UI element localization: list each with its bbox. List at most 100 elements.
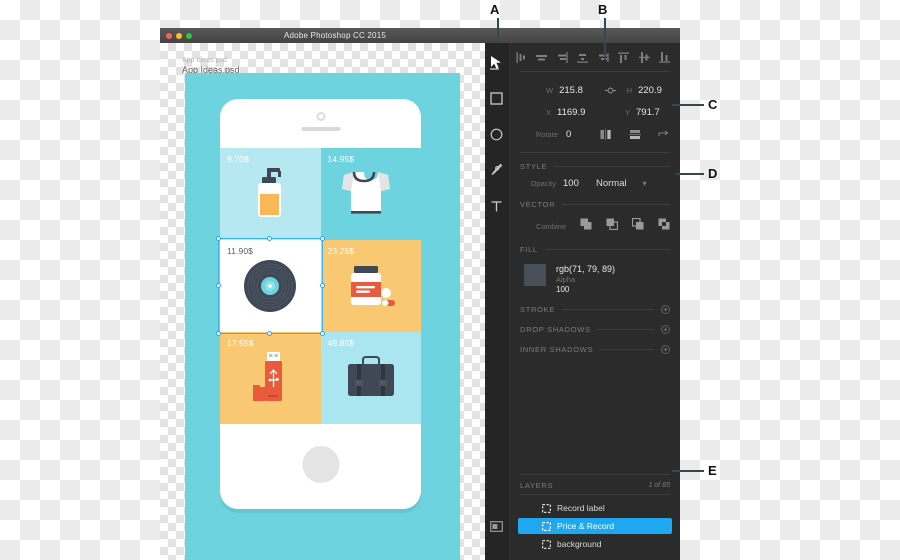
align-center-horizontal-icon[interactable] [536, 52, 548, 63]
opacity-value[interactable]: 100 [563, 178, 589, 189]
ellipse-tool[interactable] [485, 123, 507, 145]
move-tool[interactable] [485, 51, 507, 73]
layers-rule [560, 485, 641, 486]
list-item[interactable]: Price & Record [518, 518, 672, 534]
list-item[interactable]: Record label [518, 500, 672, 516]
pen-tool[interactable] [485, 159, 507, 181]
add-drop-shadow-button[interactable]: + [661, 325, 670, 334]
callout-d-line [676, 173, 704, 175]
drop-shadows-rule [597, 329, 654, 330]
window-title: Adobe Photoshop CC 2015 [283, 31, 386, 40]
list-item[interactable]: background [518, 536, 672, 552]
opacity-label: Opacity [530, 179, 556, 188]
product-cell-soap-dispenser[interactable]: 9.70$ [220, 148, 321, 240]
camera-icon [316, 112, 325, 121]
combine-row: Combine [508, 211, 680, 237]
distribute-horizontal-icon[interactable] [577, 52, 589, 63]
artboard-tool[interactable] [485, 515, 507, 537]
y-value[interactable]: 791.7 [636, 107, 660, 118]
document-tab-ghost: App Ideas.psd [182, 57, 227, 64]
properties-panel: W 215.8 H 220.9 X 1169.9 Y 791.7 Rotate … [485, 43, 680, 560]
layer-shape-icon [542, 521, 551, 531]
layer-shape-icon [542, 503, 551, 513]
product-cell-vinyl-record[interactable]: 11.90$ [216, 236, 325, 336]
combine-subtract-icon[interactable] [606, 217, 619, 235]
stroke-section-header: STROKE + [508, 296, 680, 316]
product-cell-t-shirt[interactable]: 14.95$ [320, 148, 421, 240]
add-inner-shadow-button[interactable]: + [661, 345, 670, 354]
drop-shadows-title: DROP SHADOWS [520, 325, 591, 334]
layers-title: LAYERS [520, 481, 554, 490]
fill-section-header: FILL [508, 237, 680, 256]
x-value[interactable]: 1169.9 [557, 107, 597, 118]
opacity-row: Opacity 100 Normal ▾ [508, 173, 680, 189]
layers-section: LAYERS 1 of 85 Record label Price & Reco… [508, 467, 680, 560]
layer-label: Price & Record [557, 521, 615, 531]
layers-list-divider [520, 494, 670, 495]
layers-count: 1 of 85 [648, 482, 670, 489]
document-canvas[interactable]: App Ideas.psd App Ideas.psd 9.70$ 14.95$… [160, 43, 485, 560]
fill-color-swatch[interactable] [524, 264, 546, 286]
drop-shadows-section-header: DROP SHADOWS + [508, 316, 680, 336]
layer-shape-icon [542, 539, 551, 549]
link-proportions-icon[interactable] [605, 86, 617, 95]
home-button[interactable] [302, 446, 339, 483]
product-price: 9.70$ [227, 154, 249, 164]
layers-header: LAYERS 1 of 85 [508, 481, 680, 494]
photoshop-window: Adobe Photoshop CC 2015 App Ideas.psd Ap… [160, 28, 680, 560]
window-titlebar: Adobe Photoshop CC 2015 [160, 28, 680, 43]
callout-e-line [672, 470, 704, 472]
fill-alpha-label: Alpha [556, 275, 576, 284]
layer-label: Record label [557, 503, 605, 513]
combine-intersect-icon[interactable] [631, 217, 644, 235]
align-bottom-icon[interactable] [658, 51, 670, 63]
align-toolbar [508, 43, 680, 71]
inner-shadows-rule [600, 349, 654, 350]
text-tool[interactable] [485, 195, 507, 217]
align-right-icon[interactable] [557, 51, 568, 63]
style-section-header: STYLE [508, 156, 680, 173]
fill-alpha-value[interactable]: 100 [556, 285, 615, 294]
rotate-value[interactable]: 0 [566, 129, 592, 140]
phone-bottom-bezel [220, 424, 421, 509]
fill-color-value[interactable]: rgb(71, 79, 89) [556, 264, 615, 274]
style-title: STYLE [520, 162, 548, 171]
blend-mode-value: Normal [596, 178, 627, 189]
speaker-grille [301, 127, 340, 131]
width-value[interactable]: 215.8 [559, 85, 599, 96]
reset-transform-icon[interactable] [658, 129, 670, 140]
inner-shadows-title: INNER SHADOWS [520, 345, 594, 354]
inner-shadows-section-header: INNER SHADOWS + [508, 336, 680, 356]
product-price: 23.25$ [327, 246, 355, 256]
flip-horizontal-icon[interactable] [600, 128, 612, 140]
add-stroke-button[interactable]: + [661, 305, 670, 314]
product-cell-pill-bottle[interactable]: 23.25$ [320, 240, 421, 332]
callout-c-label: C [708, 97, 718, 112]
flip-vertical-icon[interactable] [629, 129, 641, 140]
callout-d-label: D [708, 166, 718, 181]
align-left-icon[interactable] [516, 51, 527, 63]
product-price: 49.85$ [327, 338, 355, 348]
phone-top-bezel [220, 99, 421, 148]
blend-mode-select[interactable]: Normal ▾ [596, 178, 647, 189]
combine-union-icon[interactable] [580, 217, 592, 235]
tool-strip [485, 43, 508, 560]
product-grid: 9.70$ 14.95$ 11.90$ 23.25$ 17.55$ 49.85$ [216, 148, 421, 424]
layers-divider [520, 474, 670, 475]
align-top-icon[interactable] [618, 52, 630, 63]
properties-column: W 215.8 H 220.9 X 1169.9 Y 791.7 Rotate … [508, 43, 680, 560]
layer-list: Record label Price & Record background [508, 497, 680, 560]
rectangle-tool[interactable] [485, 87, 507, 109]
rotate-label: Rotate [535, 129, 558, 139]
product-cell-briefcase[interactable]: 49.85$ [320, 332, 421, 424]
align-middle-vertical-icon[interactable] [638, 51, 650, 63]
screenshot-root: Adobe Photoshop CC 2015 App Ideas.psd Ap… [0, 0, 900, 560]
iphone-mockup: 9.70$ 14.95$ 11.90$ 23.25$ 17.55$ 49.85$ [216, 99, 421, 509]
product-price: 11.90$ [227, 246, 253, 256]
height-label: H [626, 85, 633, 95]
product-price: 14.95$ [327, 154, 355, 164]
product-cell-usb-flash-drive[interactable]: 17.55$ [220, 332, 321, 424]
artboard[interactable]: 9.70$ 14.95$ 11.90$ 23.25$ 17.55$ 49.85$ [185, 73, 460, 560]
height-value[interactable]: 220.9 [638, 85, 662, 96]
combine-exclude-icon[interactable] [658, 217, 670, 235]
